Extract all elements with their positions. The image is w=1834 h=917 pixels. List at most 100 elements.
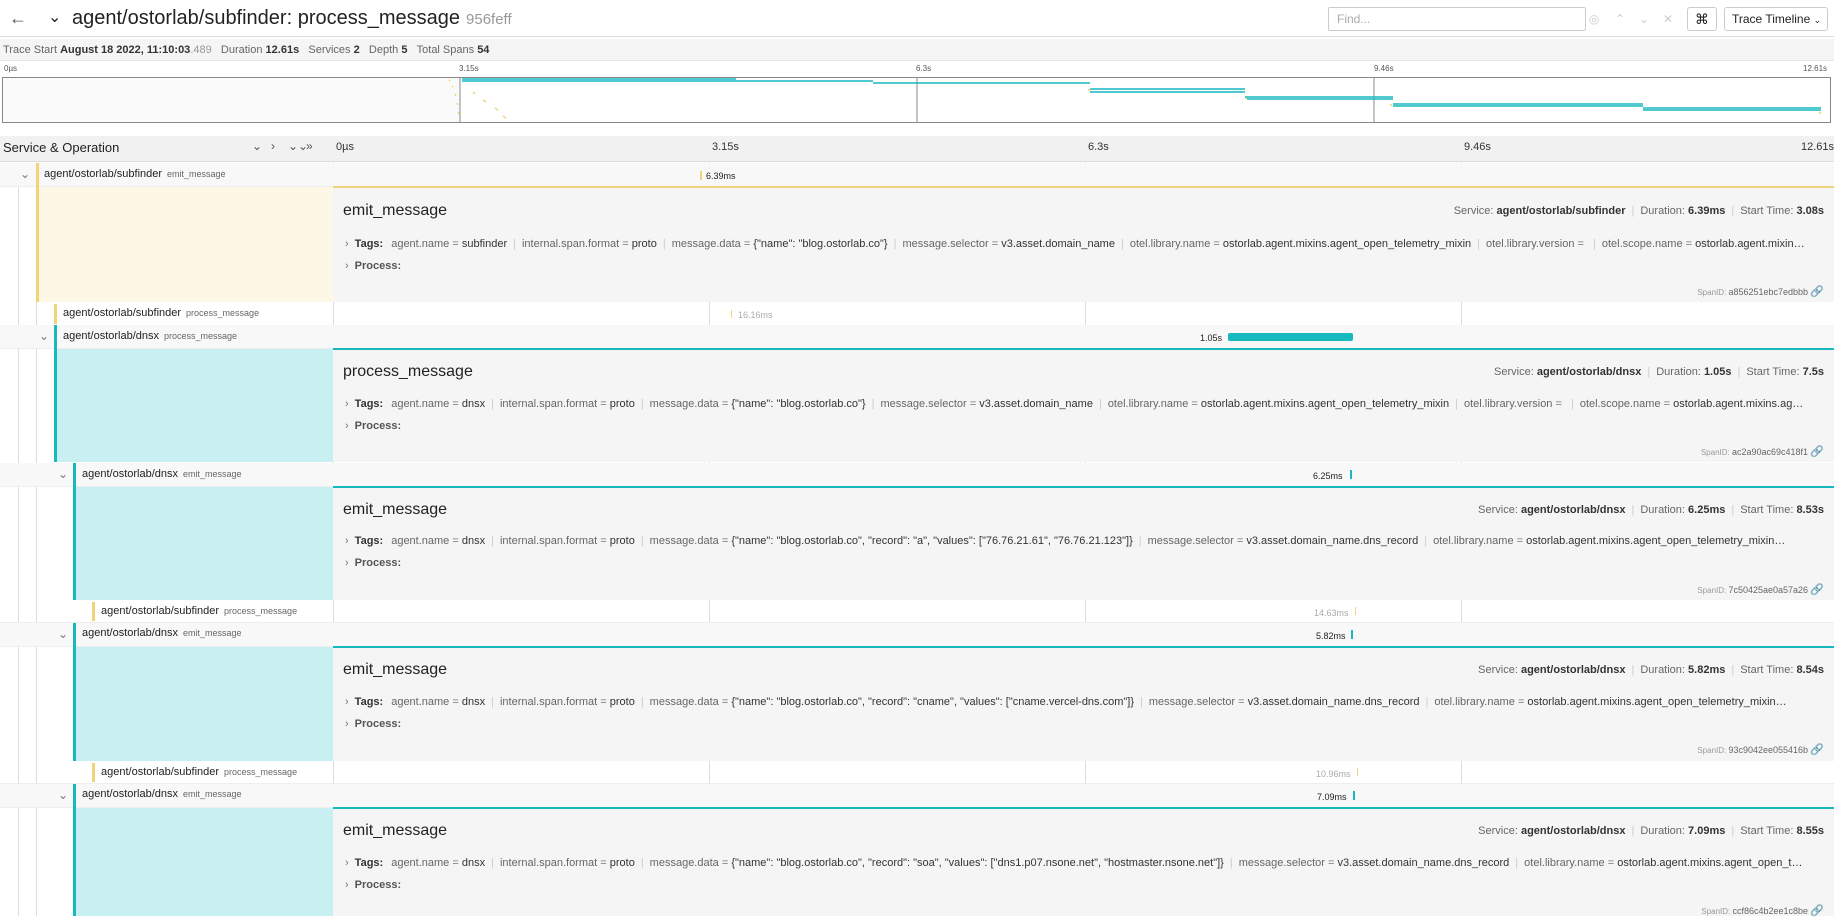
start-time-label: Start Time: [1746, 366, 1800, 378]
link-icon[interactable]: 🔗 [1810, 446, 1824, 458]
span-bar[interactable] [1357, 768, 1358, 776]
link-icon[interactable]: 🔗 [1810, 905, 1824, 917]
tags-row[interactable]: › Tags: agent.name = subfinder | internal.sp… [345, 238, 1829, 250]
tags-row[interactable]: › Tags: agent.name = dnsx | internal.span.fo… [345, 857, 1829, 869]
span-row[interactable]: ⌄ agent/ostorlab/dnsx emit_message 7.09ms [0, 784, 1834, 808]
top-bar: ← ⌄ agent/ostorlab/subfinder: process_me… [0, 0, 1834, 37]
detail-start: 8.53s [1796, 504, 1824, 516]
span-detail: emit_message Service: agent/ostorlab/dns… [333, 809, 1834, 917]
collapse-chevron-icon[interactable]: ⌄ [58, 467, 68, 481]
tag-separator: | [1098, 398, 1102, 410]
span-bar[interactable] [1228, 333, 1353, 341]
total-spans-label: Total Spans [416, 44, 475, 56]
collapse-one-icon[interactable]: ⌄ [252, 139, 262, 153]
keyboard-shortcuts-icon[interactable]: ⌘ [1687, 7, 1717, 31]
process-row[interactable]: › Process: [345, 557, 401, 569]
span-name[interactable]: agent/ostorlab/dnsx emit_message [82, 627, 242, 639]
span-operation: emit_message [183, 789, 242, 799]
span-name[interactable]: agent/ostorlab/subfinder process_message [101, 766, 297, 778]
service-color-bar [92, 602, 95, 621]
service-color-bar [73, 463, 76, 487]
detail-meta: Service: agent/ostorlab/dnsx | Duration: 7… [1478, 825, 1824, 837]
process-row[interactable]: › Process: [345, 718, 401, 730]
span-name[interactable]: agent/ostorlab/subfinder process_message [63, 307, 259, 319]
collapse-all-icon[interactable]: » [306, 139, 313, 153]
tag-key: agent.name [391, 696, 450, 708]
span-bar[interactable] [700, 171, 702, 180]
span-name[interactable]: agent/ostorlab/dnsx emit_message [82, 788, 242, 800]
span-id-value: a856251ebc7edbbb [1728, 287, 1809, 297]
span-bar[interactable] [1350, 470, 1352, 479]
minimap-tick: 3.15s [459, 64, 479, 73]
prev-result-icon[interactable]: ⌃ [1610, 8, 1630, 30]
trace-id: 956feff [466, 11, 512, 28]
tag-separator: | [1229, 857, 1233, 869]
start-time-label: Start Time: [1740, 205, 1794, 217]
span-bar[interactable] [1351, 630, 1353, 639]
locate-icon[interactable]: ◎ [1584, 8, 1604, 30]
span-name[interactable]: agent/ostorlab/subfinder emit_message [44, 168, 226, 180]
collapse-chevron-icon[interactable]: ⌄ [39, 329, 49, 343]
span-operation: emit_message [183, 469, 242, 479]
expand-chevron-icon: › [345, 420, 349, 432]
tag-separator: | [1120, 238, 1124, 250]
span-row[interactable]: ⌄ agent/ostorlab/subfinder emit_message 6… [0, 163, 1834, 187]
tag-equals: = [597, 857, 610, 869]
service-color-bar [73, 623, 76, 647]
tag-key: otel.library.name [1129, 238, 1211, 250]
span-row[interactable]: ⌄ agent/ostorlab/dnsx process_message 1.0… [0, 325, 1834, 349]
span-service: agent/ostorlab/subfinder [63, 307, 182, 319]
tags-row[interactable]: › Tags: agent.name = dnsx | internal.span.fo… [345, 696, 1829, 708]
process-label: Process: [354, 260, 402, 272]
span-row[interactable]: agent/ostorlab/subfinder process_message … [0, 600, 1834, 623]
tag-key: message.selector [1147, 535, 1234, 547]
process-row[interactable]: › Process: [345, 260, 401, 272]
tag-equals: = [449, 398, 462, 410]
trace-info-bar: Trace Start August 18 2022, 11:10:03.489… [0, 39, 1834, 61]
span-row[interactable]: agent/ostorlab/subfinder process_message … [0, 302, 1834, 326]
span-bar[interactable] [1353, 791, 1355, 800]
tag-separator: | [893, 238, 897, 250]
view-selector-label: Trace Timeline [1732, 12, 1811, 26]
view-selector[interactable]: Trace Timeline ⌄ [1724, 7, 1828, 31]
collapse-chevron-icon[interactable]: ⌄ [48, 8, 61, 28]
span-row[interactable]: agent/ostorlab/subfinder process_message … [0, 761, 1834, 784]
span-id-value: ac2a90ac69c418f1 [1731, 447, 1809, 457]
tag-separator: | [1425, 696, 1429, 708]
tag-equals: = [988, 238, 1002, 250]
tag-item: internal.span.format = proto [500, 398, 635, 410]
tags-row[interactable]: › Tags: agent.name = dnsx | internal.span.fo… [345, 398, 1829, 410]
tags-label: Tags: [354, 535, 384, 547]
tag-item: otel.library.name = ostorlab.agent.mixin… [1108, 398, 1449, 410]
back-arrow-icon[interactable]: ← [6, 6, 30, 30]
span-detail: emit_message Service: agent/ostorlab/sub… [333, 188, 1834, 302]
link-icon[interactable]: 🔗 [1810, 286, 1824, 298]
timeline-tick: 6.3s [1088, 141, 1109, 153]
link-icon[interactable]: 🔗 [1810, 744, 1824, 756]
timeline-header: Service & Operation ⌄ › ⌄⌄ » 0µs 3.15s 6… [0, 136, 1834, 162]
span-bar[interactable] [1355, 607, 1356, 615]
minimap-viewport[interactable] [2, 77, 1831, 123]
find-input[interactable] [1328, 7, 1586, 31]
collapse-chevron-icon[interactable]: ⌄ [58, 627, 68, 641]
process-row[interactable]: › Process: [345, 420, 401, 432]
detail-meta: Service: agent/ostorlab/dnsx | Duration: 1… [1494, 366, 1824, 378]
link-icon[interactable]: 🔗 [1810, 584, 1824, 596]
span-row[interactable]: ⌄ agent/ostorlab/dnsx emit_message 6.25ms [0, 463, 1834, 487]
services-value: 2 [353, 44, 360, 56]
collapse-chevron-icon[interactable]: ⌄ [20, 167, 30, 181]
service-label: Service: [1478, 504, 1518, 516]
span-row[interactable]: ⌄ agent/ostorlab/dnsx emit_message 5.82ms [0, 623, 1834, 647]
next-result-icon[interactable]: ⌄ [1634, 8, 1654, 30]
expand-one-icon[interactable]: › [271, 139, 275, 153]
clear-search-icon[interactable]: ✕ [1658, 8, 1678, 30]
span-name[interactable]: agent/ostorlab/subfinder process_message [101, 605, 297, 617]
tags-row[interactable]: › Tags: agent.name = dnsx | internal.span.fo… [345, 535, 1829, 547]
expand-chevron-icon: › [345, 718, 349, 730]
collapse-chevron-icon[interactable]: ⌄ [58, 788, 68, 802]
span-bar[interactable] [731, 310, 732, 318]
span-name[interactable]: agent/ostorlab/dnsx process_message [63, 330, 237, 342]
tag-value: ostorlab.agent.mixin… [1695, 238, 1805, 250]
span-name[interactable]: agent/ostorlab/dnsx emit_message [82, 468, 242, 480]
process-row[interactable]: › Process: [345, 879, 401, 891]
